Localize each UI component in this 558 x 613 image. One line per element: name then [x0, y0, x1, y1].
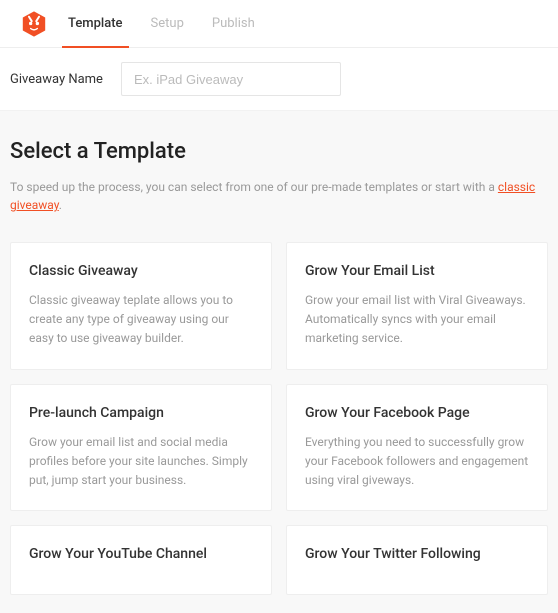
tab-publish[interactable]: Publish: [212, 0, 255, 47]
giveaway-name-row: Giveaway Name: [0, 48, 558, 111]
section-desc-text-post: .: [59, 198, 62, 212]
template-card-twitter[interactable]: Grow Your Twitter Following: [286, 525, 548, 595]
logo-icon: [20, 10, 48, 38]
tab-setup[interactable]: Setup: [151, 0, 184, 47]
template-section: Select a Template To speed up the proces…: [0, 111, 558, 613]
section-title: Select a Template: [10, 139, 548, 164]
card-title: Grow Your YouTube Channel: [29, 546, 253, 562]
card-desc: Grow your email list and social media pr…: [29, 433, 253, 491]
template-grid: Classic Giveaway Classic giveaway teplat…: [10, 242, 548, 595]
template-card-classic[interactable]: Classic Giveaway Classic giveaway teplat…: [10, 242, 272, 370]
tab-template[interactable]: Template: [68, 0, 123, 47]
template-card-facebook[interactable]: Grow Your Facebook Page Everything you n…: [286, 384, 548, 512]
header: Template Setup Publish: [0, 0, 558, 48]
template-card-email[interactable]: Grow Your Email List Grow your email lis…: [286, 242, 548, 370]
card-desc: Grow your email list with Viral Giveaway…: [305, 291, 529, 349]
card-title: Grow Your Email List: [305, 263, 529, 279]
giveaway-name-input[interactable]: [121, 62, 341, 96]
card-title: Classic Giveaway: [29, 263, 253, 279]
card-desc: Everything you need to successfully grow…: [305, 433, 529, 491]
giveaway-name-label: Giveaway Name: [10, 72, 103, 87]
card-title: Pre-launch Campaign: [29, 405, 253, 421]
card-title: Grow Your Facebook Page: [305, 405, 529, 421]
template-card-youtube[interactable]: Grow Your YouTube Channel: [10, 525, 272, 595]
card-desc: Classic giveaway teplate allows you to c…: [29, 291, 253, 349]
tabs: Template Setup Publish: [68, 0, 255, 47]
section-desc-text: To speed up the process, you can select …: [10, 180, 498, 194]
section-description: To speed up the process, you can select …: [10, 178, 548, 214]
card-title: Grow Your Twitter Following: [305, 546, 529, 562]
template-card-prelaunch[interactable]: Pre-launch Campaign Grow your email list…: [10, 384, 272, 512]
